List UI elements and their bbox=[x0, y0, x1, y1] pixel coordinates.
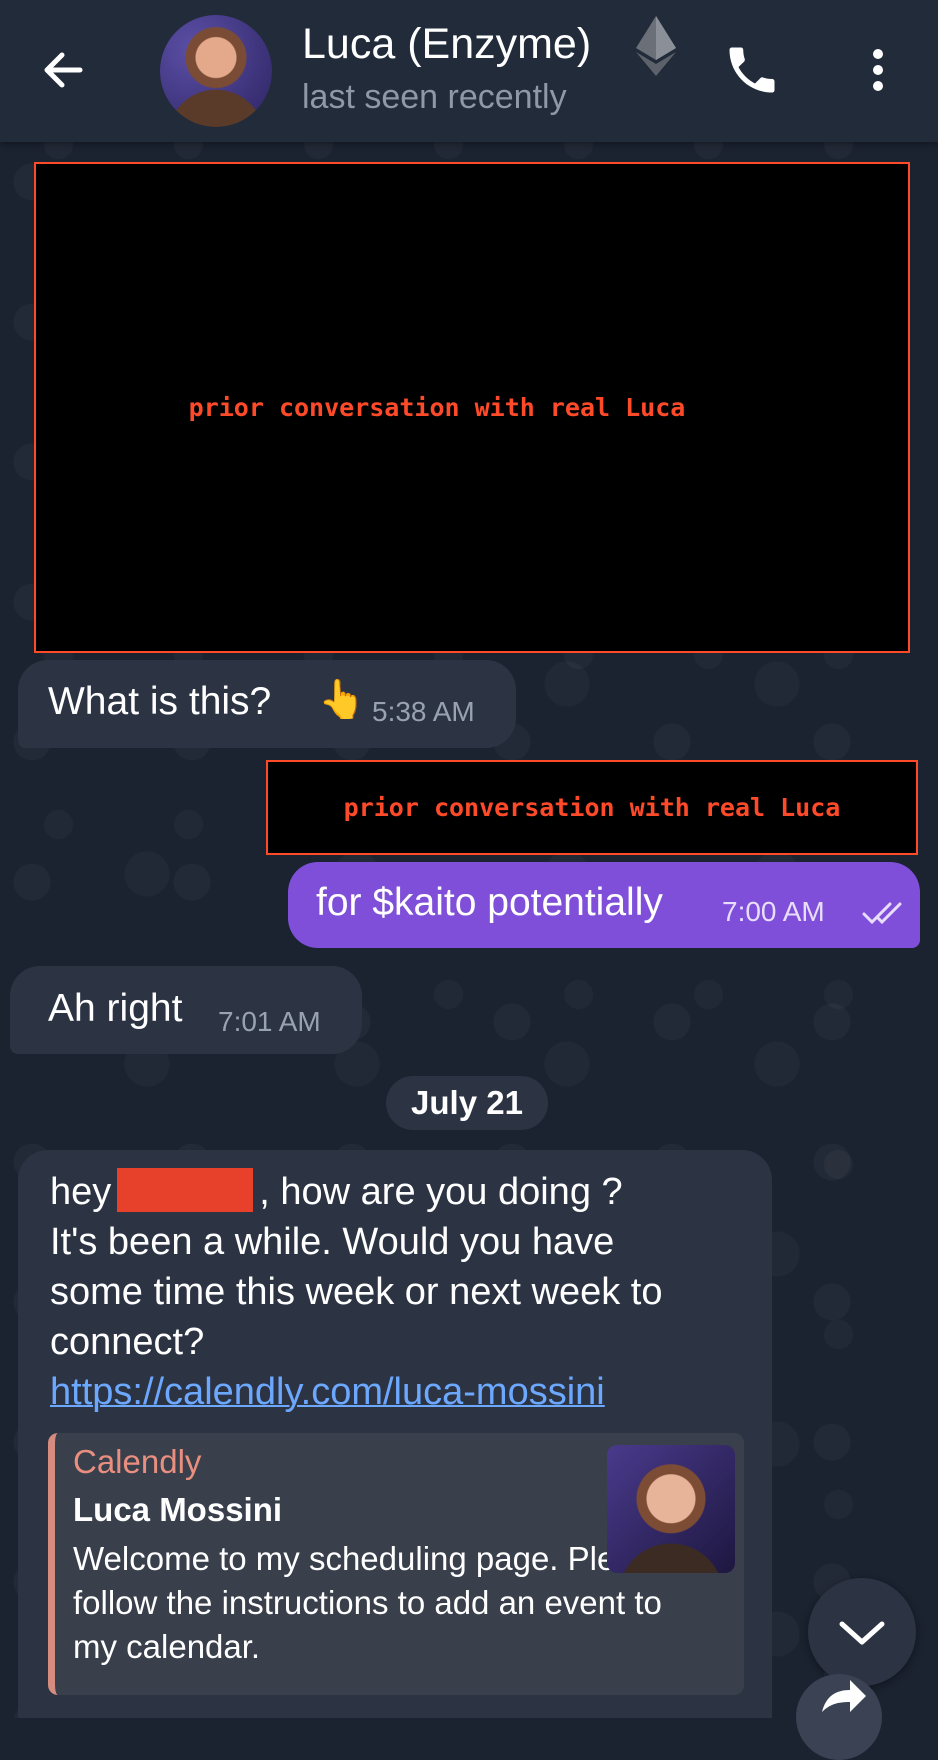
redaction-label: prior conversation with real Luca bbox=[343, 793, 841, 822]
preview-site-name: Calendly bbox=[73, 1443, 202, 1480]
calendly-link[interactable]: https://calendly.com/luca-mossini bbox=[50, 1368, 605, 1416]
call-button[interactable] bbox=[722, 40, 782, 100]
back-button[interactable] bbox=[34, 40, 94, 100]
arrow-left-icon bbox=[44, 52, 83, 88]
more-vertical-icon bbox=[873, 49, 883, 91]
phone-icon bbox=[729, 47, 775, 93]
message-line: It's been a while. Would you have bbox=[50, 1221, 615, 1263]
preview-description: Welcome to my scheduling page. Please fo… bbox=[73, 1540, 669, 1665]
message-text: What is this? bbox=[48, 680, 272, 723]
preview-title: Luca Mossini bbox=[73, 1491, 283, 1528]
message-incoming[interactable]: Ah right 7:01 AM bbox=[10, 966, 362, 1054]
pointing-up-emoji: 👆 bbox=[318, 679, 366, 721]
message-incoming-long[interactable]: hey , how are you doing ? It's been a whi… bbox=[18, 1150, 772, 1718]
message-time: 5:38 AM bbox=[372, 696, 475, 727]
forward-icon bbox=[822, 1680, 866, 1712]
chevron-down-icon bbox=[839, 1621, 885, 1645]
forward-button[interactable] bbox=[796, 1674, 882, 1760]
redaction-box-large: prior conversation with real Luca bbox=[34, 162, 910, 653]
contact-avatar[interactable] bbox=[160, 15, 272, 127]
chat-header: Luca (Enzyme) last seen recently bbox=[0, 0, 938, 142]
greeting-text: hey bbox=[50, 1171, 112, 1213]
preview-thumbnail bbox=[607, 1445, 735, 1573]
date-separator: July 21 bbox=[386, 1076, 548, 1130]
double-check-icon bbox=[862, 902, 902, 925]
contact-name[interactable]: Luca (Enzyme) bbox=[302, 20, 620, 69]
redaction-label: prior conversation with real Luca bbox=[188, 393, 686, 422]
greeting-rest-text: , how are you doing ? bbox=[259, 1171, 623, 1213]
more-options-button[interactable] bbox=[858, 40, 898, 100]
message-text: Ah right bbox=[48, 987, 183, 1030]
message-line: hey , how are you doing ? bbox=[50, 1168, 623, 1216]
link-preview-card[interactable]: Calendly Luca Mossini Welcome to my sche… bbox=[48, 1433, 744, 1695]
redaction-box-small: prior conversation with real Luca bbox=[266, 760, 918, 855]
message-text: for $kaito potentially bbox=[316, 881, 663, 924]
message-line: some time this week or next week to bbox=[50, 1271, 663, 1313]
contact-status: last seen recently bbox=[302, 78, 567, 116]
ethereum-icon bbox=[636, 16, 676, 76]
message-time: 7:01 AM bbox=[218, 1006, 321, 1037]
name-redaction bbox=[117, 1168, 254, 1212]
message-line: connect? bbox=[50, 1321, 205, 1363]
scroll-to-bottom-button[interactable] bbox=[808, 1578, 916, 1686]
message-outgoing[interactable]: for $kaito potentially 7:00 AM bbox=[288, 862, 920, 948]
message-time: 7:00 AM bbox=[722, 896, 825, 927]
message-incoming[interactable]: What is this? 👆 5:38 AM bbox=[18, 660, 516, 748]
